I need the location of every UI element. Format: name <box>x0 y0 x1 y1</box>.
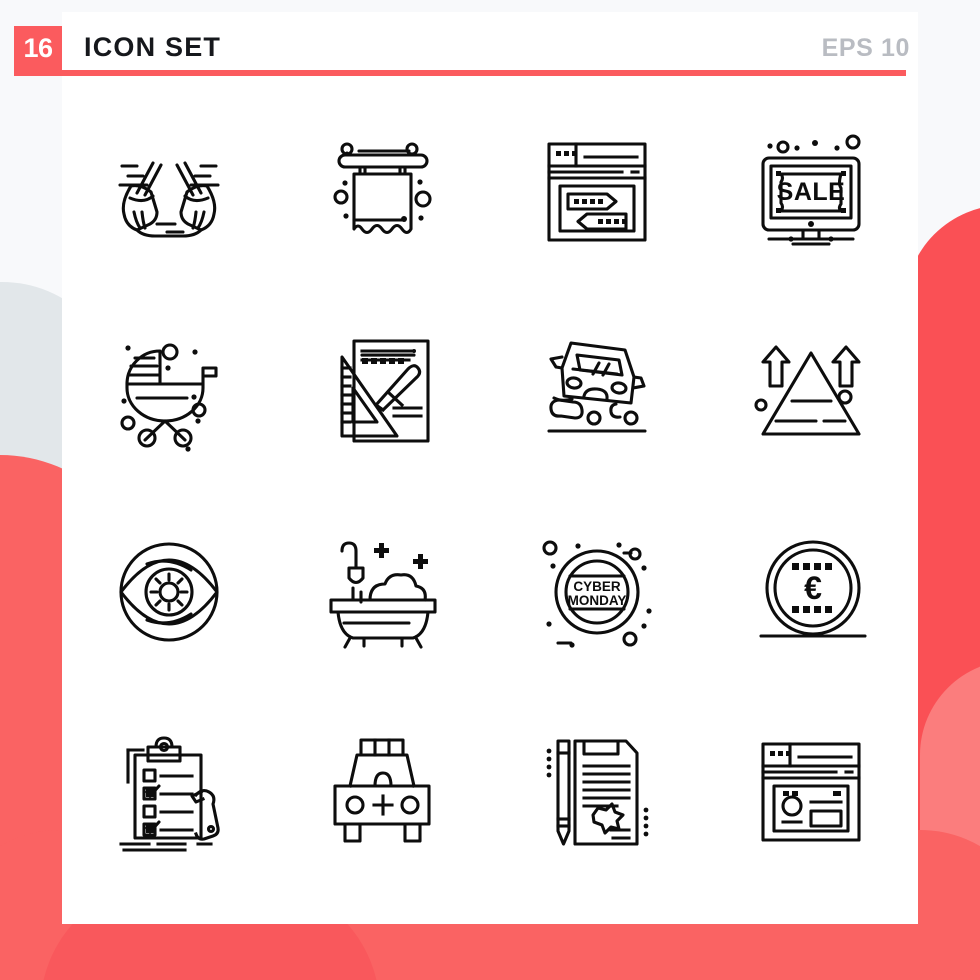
icon-grid: SALE CYBER MONDAY € <box>62 92 918 892</box>
bathtub-icon <box>329 541 437 649</box>
web-layout-icon <box>761 742 861 842</box>
icon-cell-pyramid-growth[interactable] <box>704 292 918 492</box>
broom-icon <box>118 161 220 238</box>
sale-monitor-icon: SALE <box>761 134 861 246</box>
icon-cell-web-layout[interactable] <box>704 692 918 892</box>
chat-browser-icon <box>547 142 647 242</box>
icon-cell-ambulance[interactable] <box>276 692 490 892</box>
eps-version-label: EPS 10 <box>821 34 910 62</box>
cyber-monday-line1: CYBER <box>573 579 621 594</box>
icon-sheet-card: 16 ICON SET EPS 10 SALE CYBER MONDAY € <box>14 12 918 924</box>
page-title: ICON SET <box>84 32 222 62</box>
icon-cell-design-tools[interactable] <box>276 292 490 492</box>
contract-icon <box>546 739 649 846</box>
icon-cell-eye-vision[interactable] <box>62 492 276 692</box>
car-crash-icon <box>547 341 647 433</box>
eye-vision-icon <box>119 542 219 642</box>
checklist-icon <box>119 736 220 852</box>
towel-rack-icon <box>333 142 432 235</box>
stroller-icon <box>120 343 218 452</box>
sheet-header: 16 ICON SET EPS 10 <box>14 12 918 76</box>
cyber-monday-line2: MONDAY <box>568 593 627 608</box>
icon-cell-car-crash[interactable] <box>490 292 704 492</box>
cyber-monday-icon: CYBER MONDAY <box>542 540 652 648</box>
icon-cell-contract[interactable] <box>490 692 704 892</box>
icon-cell-checklist[interactable] <box>62 692 276 892</box>
icon-count-badge: 16 <box>14 26 62 70</box>
icon-cell-stroller[interactable] <box>62 292 276 492</box>
design-tools-icon <box>340 339 430 443</box>
pyramid-growth-icon <box>754 345 861 436</box>
icon-set-page: 16 ICON SET EPS 10 SALE CYBER MONDAY € <box>0 0 980 980</box>
icon-cell-sale-monitor[interactable]: SALE <box>704 92 918 292</box>
icon-cell-towel[interactable] <box>276 92 490 292</box>
header-divider <box>14 70 906 76</box>
icon-cell-bathtub[interactable] <box>276 492 490 692</box>
euro-coin-icon: € <box>759 540 867 638</box>
icon-cell-broom[interactable] <box>62 92 276 292</box>
sale-sign-text: SALE <box>777 178 846 206</box>
ambulance-icon <box>333 738 431 843</box>
euro-symbol: € <box>804 570 822 606</box>
icon-cell-chat-browser[interactable] <box>490 92 704 292</box>
icon-cell-cyber-monday[interactable]: CYBER MONDAY <box>490 492 704 692</box>
icon-cell-euro-coin[interactable]: € <box>704 492 918 692</box>
